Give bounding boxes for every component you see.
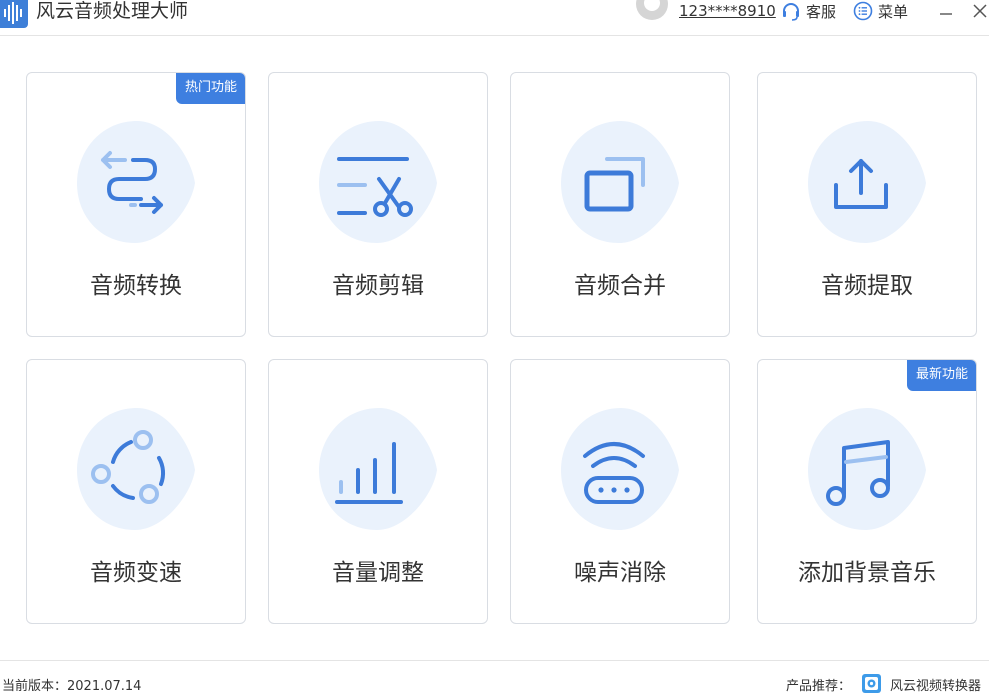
card-label: 音频提取: [821, 273, 913, 299]
audio-wave-icon: [0, 0, 28, 28]
convert-arrows-icon: [77, 121, 195, 243]
scissors-edit-icon: [319, 121, 437, 243]
close-icon: [973, 4, 987, 18]
service-button[interactable]: 客服: [781, 0, 836, 22]
noise-router-icon: [561, 408, 679, 530]
title-bar: 风云音频处理大师 123****8910 客服 菜单: [0, 0, 989, 36]
menu-label: 菜单: [878, 2, 909, 21]
app-title: 风云音频处理大师: [36, 0, 189, 22]
avatar[interactable]: [636, 0, 668, 22]
card-audio-edit[interactable]: 音频剪辑: [268, 72, 488, 337]
minimize-icon: [940, 13, 952, 15]
headset-icon: [783, 3, 799, 21]
card-audio-merge[interactable]: 音频合并: [510, 72, 730, 337]
service-label: 客服: [806, 2, 837, 21]
hot-feature-badge: 热门功能: [175, 73, 245, 104]
new-feature-badge: 最新功能: [906, 360, 976, 391]
card-audio-speed[interactable]: 音频变速: [26, 359, 246, 624]
volume-bars-icon: [319, 408, 437, 530]
card-label: 音频合并: [574, 273, 666, 299]
card-volume-adjust[interactable]: 音量调整: [268, 359, 488, 624]
upload-extract-icon: [808, 121, 926, 243]
recommend-app-link[interactable]: 风云视频转换器: [890, 675, 981, 694]
recommend-label: 产品推荐：: [786, 679, 852, 694]
card-label: 音频变速: [90, 560, 182, 586]
card-audio-extract[interactable]: 音频提取: [757, 72, 977, 337]
card-audio-convert[interactable]: 热门功能 音频转换: [26, 72, 246, 337]
card-label: 音频剪辑: [332, 273, 424, 299]
version-text: 当前版本：2021.07.14: [2, 679, 142, 694]
card-noise-removal[interactable]: 噪声消除: [510, 359, 730, 624]
user-id-link[interactable]: 123****8910: [679, 0, 776, 22]
music-note-icon: [808, 408, 926, 530]
card-label: 音频转换: [90, 273, 182, 299]
list-circle-icon: [853, 1, 873, 21]
card-label: 噪声消除: [574, 560, 666, 586]
close-button[interactable]: [969, 0, 989, 22]
video-converter-icon[interactable]: [862, 674, 881, 693]
card-label: 添加背景音乐: [798, 560, 936, 586]
menu-button[interactable]: 菜单: [853, 0, 908, 22]
minimize-button[interactable]: [935, 0, 957, 22]
merge-windows-icon: [561, 121, 679, 243]
card-label: 音量调整: [332, 560, 424, 586]
card-add-bgm[interactable]: 最新功能 添加背景音乐: [757, 359, 977, 624]
footer-divider: [0, 660, 989, 661]
speed-cycle-icon: [77, 408, 195, 530]
